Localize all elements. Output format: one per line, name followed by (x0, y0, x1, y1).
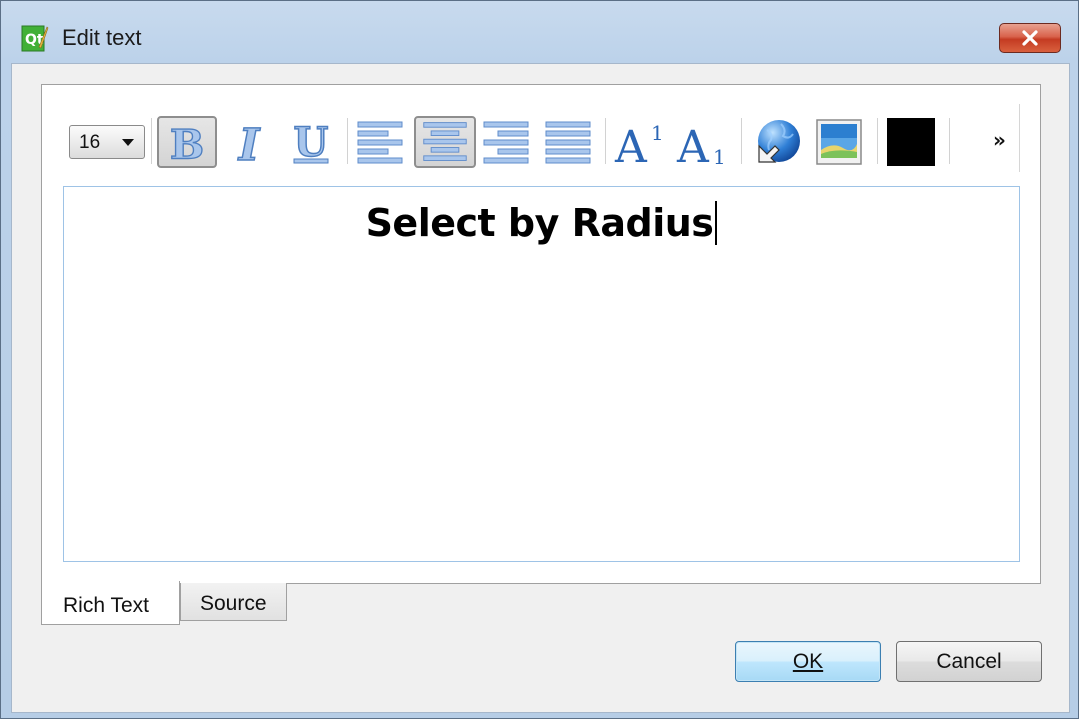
superscript-icon: A 1 (614, 121, 664, 168)
window-title: Edit text (62, 25, 142, 50)
ok-label: OK (792, 649, 824, 673)
svg-text:1: 1 (651, 121, 664, 145)
globe-link-icon (758, 120, 800, 163)
close-icon (1022, 30, 1038, 46)
align-center-icon (423, 122, 467, 161)
toolbar-separator (347, 118, 348, 164)
toolbar-separator (605, 118, 606, 164)
toolbar-separator (877, 118, 878, 164)
justify-button[interactable] (542, 116, 594, 168)
insert-image-button[interactable] (813, 116, 865, 168)
svg-text:1: 1 (713, 145, 726, 168)
image-icon (816, 119, 862, 165)
title-bar[interactable]: Qt Edit text (1, 1, 1078, 63)
rich-text-editor[interactable]: Select by Radius (63, 186, 1020, 562)
italic-button[interactable]: I (223, 116, 275, 168)
toolbar-separator (151, 118, 152, 164)
chevron-down-icon (122, 139, 134, 146)
align-left-button[interactable] (354, 116, 406, 168)
editor-text: Select by Radius (365, 201, 714, 245)
editor-content: Select by Radius (64, 201, 1019, 245)
underline-button[interactable]: U (285, 116, 337, 168)
tab-rich-text[interactable]: Rich Text (41, 581, 180, 625)
close-button[interactable] (999, 23, 1061, 53)
insert-link-button[interactable] (751, 116, 803, 168)
align-right-icon (483, 121, 529, 164)
rich-text-tab-pane: 16 B I U A 1 A 1 » Select by Radius (41, 84, 1041, 584)
bold-icon: B (169, 120, 205, 166)
justify-icon (545, 121, 591, 164)
toolbar-separator (949, 118, 950, 164)
format-toolbar: 16 B I U A 1 A 1 » (63, 104, 1020, 172)
edit-text-dialog: Qt Edit text 16 B I U A 1 A 1 » Select b… (0, 0, 1079, 719)
italic-icon: I (236, 119, 262, 168)
ok-button[interactable]: OK (735, 641, 881, 682)
bold-button[interactable]: B (157, 116, 217, 168)
subscript-icon: A 1 (676, 122, 726, 168)
svg-text:A: A (676, 122, 710, 168)
underline-icon: U (293, 118, 329, 167)
toolbar-overflow-button[interactable]: » (993, 128, 1015, 154)
align-right-button[interactable] (480, 116, 532, 168)
font-size-value: 16 (79, 132, 101, 153)
color-swatch-icon (887, 118, 935, 166)
cancel-label: Cancel (936, 649, 1002, 673)
text-color-button[interactable] (885, 116, 937, 168)
align-left-icon (357, 121, 403, 164)
svg-text:A: A (614, 122, 648, 168)
qt-app-icon: Qt (21, 23, 49, 53)
subscript-button[interactable]: A 1 (675, 116, 731, 168)
tab-source[interactable]: Source (180, 583, 287, 621)
cancel-button[interactable]: Cancel (896, 641, 1042, 682)
dialog-body: 16 B I U A 1 A 1 » Select by Radius Rich… (11, 63, 1070, 713)
align-center-button[interactable] (414, 116, 476, 168)
svg-text:B: B (170, 121, 204, 166)
svg-text:I: I (237, 120, 261, 168)
toolbar-separator (741, 118, 742, 164)
text-caret (715, 201, 718, 245)
superscript-button[interactable]: A 1 (613, 116, 669, 168)
font-size-select[interactable]: 16 (69, 125, 145, 159)
